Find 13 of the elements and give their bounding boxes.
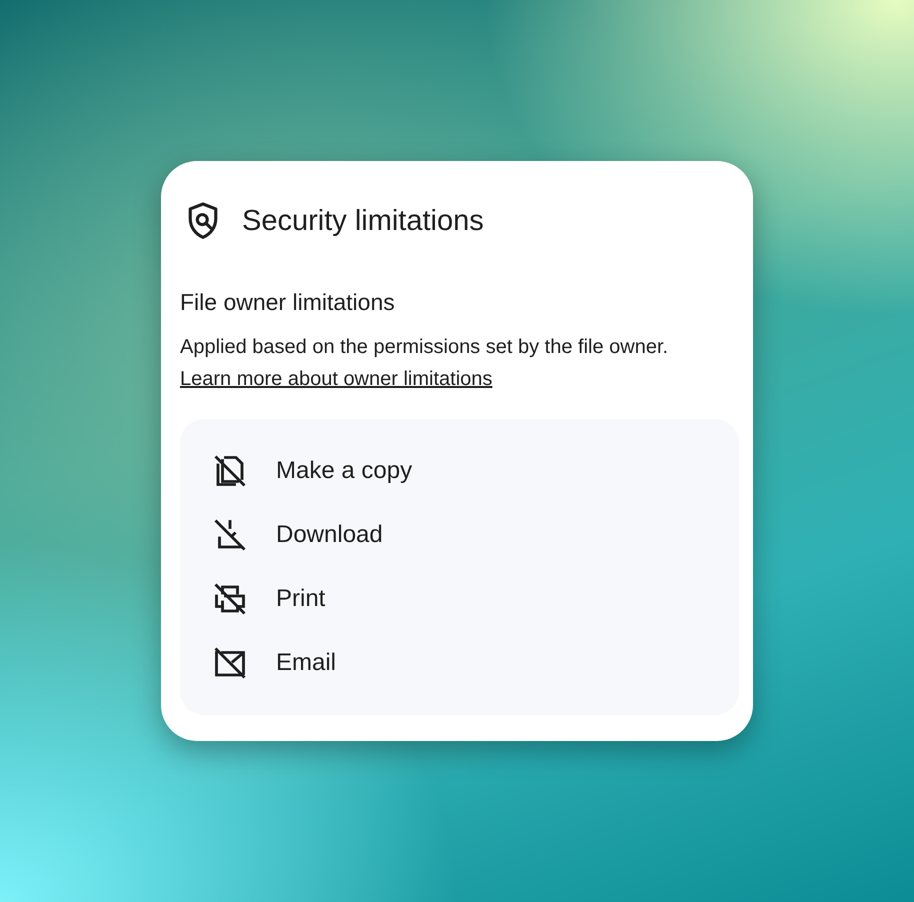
learn-more-link[interactable]: Learn more about owner limitations: [180, 368, 492, 390]
limitation-label: Print: [276, 585, 326, 613]
dialog-title: Security limitations: [242, 204, 484, 238]
limitation-label: Download: [276, 521, 383, 549]
shield-search-icon: [186, 201, 220, 241]
limitation-label: Email: [276, 649, 336, 677]
copy-off-icon: [212, 453, 248, 489]
limitation-label: Make a copy: [276, 457, 412, 485]
download-off-icon: [212, 517, 248, 553]
section-heading: File owner limitations: [180, 289, 396, 316]
mail-off-icon: [212, 645, 248, 681]
section-description: Applied based on the permissions set by the file owner. Learn more about owner limitations: [180, 335, 670, 392]
printer-off-icon: [212, 581, 248, 617]
